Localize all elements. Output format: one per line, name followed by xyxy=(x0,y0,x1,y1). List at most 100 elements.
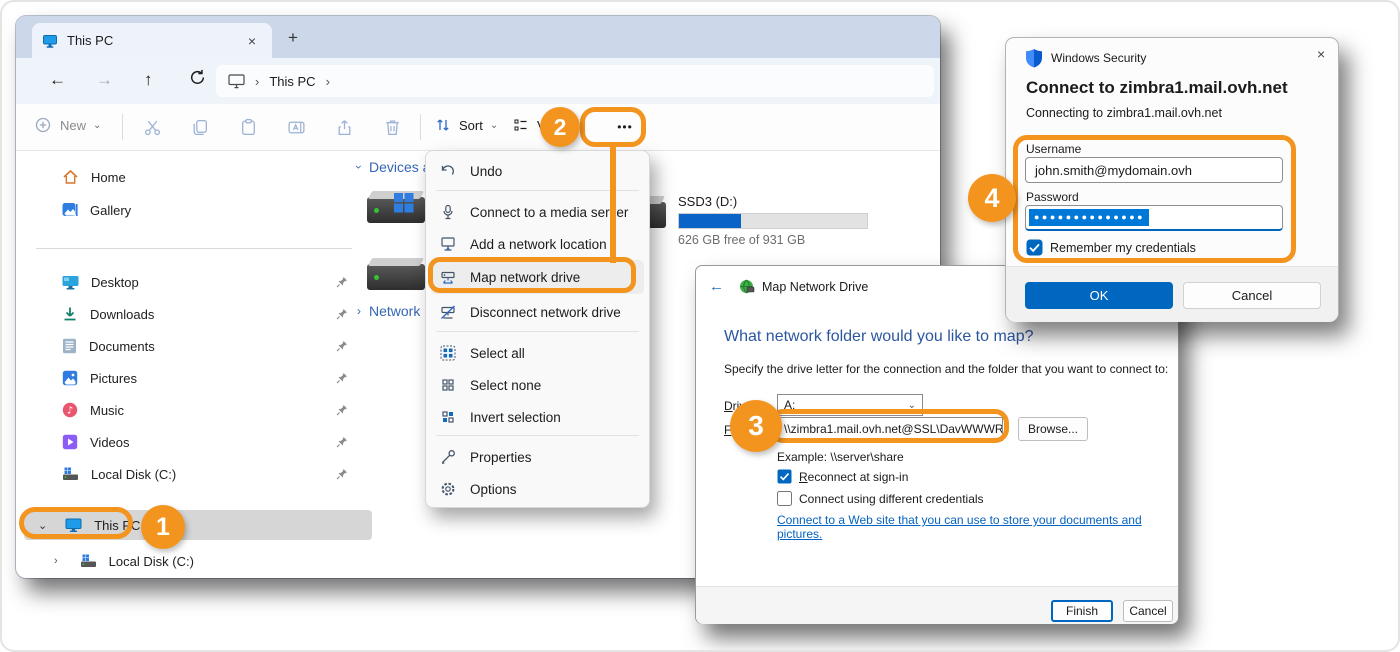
wizard-subheading: Specify the drive letter for the connect… xyxy=(724,362,1168,376)
sidebar-item-music[interactable]: ♪ Music xyxy=(30,395,352,425)
copy-icon[interactable] xyxy=(191,118,210,137)
windows-security-shield-icon xyxy=(1025,48,1043,68)
cut-icon[interactable] xyxy=(143,118,162,137)
select-none-icon xyxy=(439,376,457,394)
menu-item-options[interactable]: Options xyxy=(431,473,644,505)
finish-button[interactable]: Finish xyxy=(1051,600,1113,622)
ok-button[interactable]: OK xyxy=(1025,282,1173,309)
up-icon[interactable]: ↑ xyxy=(144,70,153,90)
chevron-right-icon[interactable]: › xyxy=(54,555,58,567)
sidebar-item-local-disk-c[interactable]: Local Disk (C:) xyxy=(30,459,352,489)
delete-icon[interactable] xyxy=(383,118,402,137)
sort-button-label: Sort xyxy=(459,118,483,133)
svg-text:♪: ♪ xyxy=(67,406,73,417)
step3-badge: 3 xyxy=(730,400,782,452)
sidebar-item-downloads[interactable]: Downloads xyxy=(30,299,352,329)
menu-separator xyxy=(436,435,639,436)
pin-icon xyxy=(336,308,348,320)
pin-icon xyxy=(336,468,348,480)
tab-close-icon[interactable]: × xyxy=(242,33,262,49)
drive-usage-bar xyxy=(678,213,868,229)
toolbar-divider xyxy=(420,114,421,140)
undo-icon xyxy=(439,162,457,180)
menu-item-invert-selection[interactable]: Invert selection xyxy=(431,401,644,433)
tab-title: This PC xyxy=(67,33,242,48)
address-bar[interactable]: › This PC › xyxy=(216,65,934,97)
dialog-title: Connect to zimbra1.mail.ovh.net xyxy=(1026,78,1288,98)
refresh-icon[interactable] xyxy=(188,68,207,87)
new-button[interactable]: New ⌄ xyxy=(34,116,101,134)
rename-icon[interactable] xyxy=(287,118,306,137)
checkbox-checked-icon[interactable] xyxy=(777,469,792,484)
back-icon[interactable]: ← xyxy=(709,278,724,295)
menu-item-select-all[interactable]: Select all xyxy=(431,337,644,369)
tab-this-pc[interactable]: This PC × xyxy=(32,23,272,58)
connect-web-site-link[interactable]: Connect to a Web site that you can use t… xyxy=(777,513,1178,541)
dialog-app-name: Windows Security xyxy=(1051,51,1146,65)
wizard-heading: What network folder would you like to ma… xyxy=(724,328,1033,346)
desktop-icon xyxy=(62,275,79,290)
documents-icon xyxy=(62,338,77,354)
drive-usage-fill xyxy=(679,214,741,228)
new-tab-button[interactable]: + xyxy=(288,28,298,48)
step4-badge: 4 xyxy=(968,174,1016,222)
plus-circle-icon xyxy=(34,116,52,134)
different-credentials-checkbox-label: Connect using different credentials xyxy=(799,492,984,506)
browse-button[interactable]: Browse... xyxy=(1018,417,1088,441)
cancel-button[interactable]: Cancel xyxy=(1183,282,1321,309)
different-credentials-checkbox-row[interactable]: Connect using different credentials xyxy=(777,491,984,506)
dialog-footer: Finish Cancel xyxy=(696,586,1178,624)
sidebar-item-home[interactable]: Home xyxy=(30,162,352,192)
breadcrumb-this-pc[interactable]: This PC xyxy=(269,74,315,89)
select-all-icon xyxy=(439,344,457,362)
sidebar-item-this-pc-local-disk[interactable]: › Local Disk (C:) xyxy=(30,546,352,576)
sort-arrows-icon xyxy=(434,116,452,134)
network-location-icon xyxy=(439,235,457,253)
network-group-header[interactable]: › Network xyxy=(357,303,420,319)
sidebar-item-gallery[interactable]: Gallery xyxy=(30,195,352,225)
step4-highlight-rect xyxy=(1013,135,1296,263)
toolbar-divider xyxy=(122,114,123,140)
forward-icon[interactable]: → xyxy=(96,70,113,90)
sidebar-item-videos[interactable]: Videos xyxy=(30,427,352,457)
step2-connector-line xyxy=(610,145,616,263)
example-text: Example: \\server\share xyxy=(777,450,904,464)
disconnect-network-drive-icon xyxy=(439,303,457,321)
menu-item-select-none[interactable]: Select none xyxy=(431,369,644,401)
share-icon[interactable] xyxy=(335,118,354,137)
this-pc-icon xyxy=(42,33,58,49)
close-icon[interactable]: × xyxy=(1317,46,1325,62)
dialog-subtitle: Connecting to zimbra1.mail.ovh.net xyxy=(1026,106,1222,120)
see-more-context-menu: Undo Connect to a media server Add a net… xyxy=(425,150,650,508)
step2-highlight-rect xyxy=(580,107,646,147)
paste-icon[interactable] xyxy=(239,118,258,137)
step3-highlight-rect xyxy=(769,409,1009,443)
sidebar-item-documents[interactable]: Documents xyxy=(30,331,352,361)
step1-badge: 1 xyxy=(141,505,185,549)
step2-map-network-drive-rect xyxy=(428,257,636,293)
menu-item-properties[interactable]: Properties xyxy=(431,441,644,473)
drive-icon xyxy=(367,264,425,290)
checkbox-unchecked-icon[interactable] xyxy=(777,491,792,506)
drive-local-disk-tile[interactable] xyxy=(367,197,425,223)
windows-logo-icon xyxy=(393,192,415,214)
sort-button[interactable]: Sort ⌄ xyxy=(434,116,498,134)
wrench-icon xyxy=(439,448,457,466)
local-disk-icon xyxy=(80,554,97,568)
computer-icon xyxy=(228,74,245,89)
step1-highlight-rect xyxy=(19,507,133,539)
cancel-button[interactable]: Cancel xyxy=(1123,600,1173,622)
menu-separator xyxy=(436,190,639,191)
menu-item-disconnect-network-drive[interactable]: Disconnect network drive xyxy=(431,296,644,328)
reconnect-checkbox-row[interactable]: Reconnect at sign-in xyxy=(777,469,908,484)
drive-free-space: 626 GB free of 931 GB xyxy=(678,233,805,247)
media-server-icon xyxy=(439,203,457,221)
back-icon[interactable]: ← xyxy=(49,70,66,90)
sidebar-item-desktop[interactable]: Desktop xyxy=(30,267,352,297)
sidebar-item-pictures[interactable]: Pictures xyxy=(30,363,352,393)
map-network-drive-icon xyxy=(738,278,755,295)
downloads-icon xyxy=(62,306,78,322)
breadcrumb-chevron-icon: › xyxy=(255,74,259,89)
drive-tile[interactable] xyxy=(367,264,425,290)
screenshot-canvas: This PC × + ← → ↑ › This PC › xyxy=(0,0,1400,652)
